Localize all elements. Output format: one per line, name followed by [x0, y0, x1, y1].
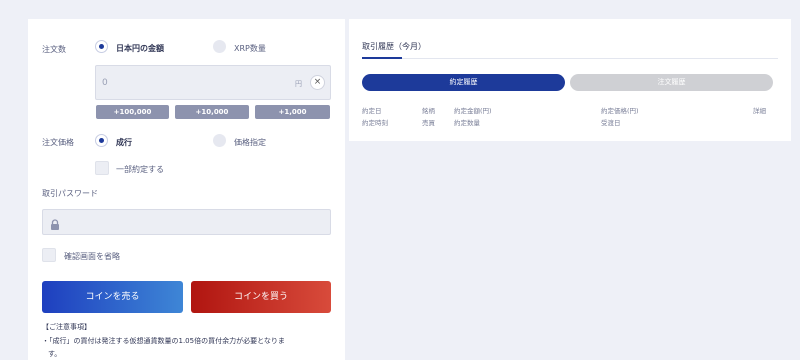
- header-exec-time: 約定時刻: [362, 119, 388, 127]
- option-xrp-quantity-label[interactable]: XRP数量: [234, 43, 266, 54]
- header-side: 売買: [422, 119, 435, 127]
- clear-icon[interactable]: ×: [310, 75, 325, 90]
- quantity-label: 注文数: [42, 45, 66, 54]
- header-settlement-date: 受渡日: [601, 119, 621, 127]
- header-symbol: 銘柄: [422, 107, 435, 115]
- skip-confirm-label[interactable]: 確認画面を省略: [64, 251, 120, 262]
- order-type-label: 注文価格: [42, 138, 74, 147]
- skip-confirm-checkbox[interactable]: [42, 248, 56, 262]
- notes-heading: 【ご注意事項】: [42, 323, 91, 331]
- option-market-label[interactable]: 成行: [116, 137, 132, 148]
- amount-unit: 円: [295, 80, 302, 88]
- notes-text-continued: す。: [48, 350, 62, 358]
- amount-input[interactable]: 0 円 ×: [95, 65, 331, 100]
- radio-market[interactable]: [95, 134, 108, 147]
- tab-executions[interactable]: 約定履歴: [362, 74, 565, 91]
- quick-add-10000[interactable]: +10,000: [175, 105, 249, 119]
- radio-xrp-quantity[interactable]: [213, 40, 226, 53]
- password-label: 取引パスワード: [42, 189, 98, 198]
- buy-coin-button[interactable]: コインを買う: [191, 281, 331, 313]
- trade-history-panel: 取引履歴（今月） 約定履歴 注文履歴 約定日 銘柄 約定金額(円) 約定価格(円…: [349, 19, 791, 141]
- tab-orders[interactable]: 注文履歴: [570, 74, 773, 91]
- divider: [402, 57, 778, 59]
- title-underline: [362, 57, 402, 59]
- quick-add-100000[interactable]: +100,000: [96, 105, 169, 119]
- amount-value[interactable]: 0: [102, 78, 108, 88]
- history-title: 取引履歴（今月）: [362, 42, 426, 51]
- header-exec-price: 約定価格(円): [601, 107, 639, 115]
- lock-icon: [50, 216, 60, 235]
- header-exec-date: 約定日: [362, 107, 382, 115]
- notes-text: ・「成行」の買付は発注する仮想通貨数量の1.05倍の買付余力が必要となりま: [42, 337, 285, 345]
- option-limit-label[interactable]: 価格指定: [234, 137, 266, 148]
- option-jpy-amount-label[interactable]: 日本円の金額: [116, 43, 164, 54]
- header-exec-quantity: 約定数量: [454, 119, 480, 127]
- partial-fill-label[interactable]: 一部約定する: [116, 164, 164, 175]
- radio-jpy-amount[interactable]: [95, 40, 108, 53]
- header-exec-amount: 約定金額(円): [454, 107, 492, 115]
- header-details: 詳細: [753, 107, 766, 115]
- quick-add-1000[interactable]: +1,000: [255, 105, 330, 119]
- sell-coin-button[interactable]: コインを売る: [42, 281, 183, 313]
- partial-fill-checkbox[interactable]: [95, 161, 109, 175]
- password-input[interactable]: [42, 209, 331, 235]
- radio-limit[interactable]: [213, 134, 226, 147]
- order-form-panel: 注文数 日本円の金額 XRP数量 0 円 × +100,000 +10,000 …: [28, 19, 345, 360]
